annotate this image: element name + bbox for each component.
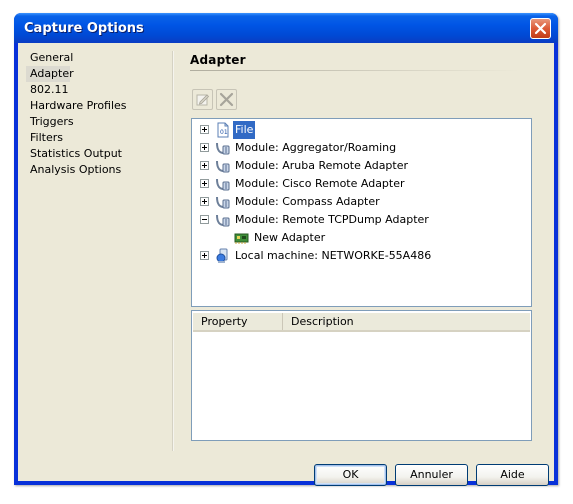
tree-item-label: Module: Compass Adapter — [235, 195, 380, 208]
tree-item-module[interactable]: Module: Compass Adapter — [192, 193, 532, 211]
nav-item-802-11[interactable]: 802.11 — [26, 82, 166, 98]
delete-button[interactable] — [216, 89, 237, 110]
module-icon — [216, 178, 230, 191]
properties-list[interactable]: Property Description — [191, 310, 532, 441]
tree-item-label: Module: Cisco Remote Adapter — [235, 177, 405, 190]
tree-item-file[interactable]: 01 File — [192, 121, 532, 139]
edit-button[interactable] — [192, 89, 213, 110]
ok-button[interactable]: OK — [314, 464, 387, 486]
properties-header: Property Description — [193, 313, 530, 332]
module-icon — [216, 142, 230, 155]
cancel-button[interactable]: Annuler — [395, 464, 468, 486]
tree-item-module[interactable]: Module: Cisco Remote Adapter — [192, 175, 532, 193]
tree-item-module[interactable]: Module: Aggregator/Roaming — [192, 139, 532, 157]
expand-toggle[interactable] — [200, 161, 209, 170]
capture-options-window: Capture Options General Adapter 802.11 H… — [14, 13, 558, 486]
tree-item-label: Module: Aruba Remote Adapter — [235, 159, 409, 172]
nav-item-filters[interactable]: Filters — [26, 130, 166, 146]
module-icon — [216, 214, 230, 227]
tree-item-module[interactable]: Module: Remote TCPDump Adapter — [192, 211, 532, 229]
module-icon — [216, 196, 230, 209]
section-title: Adapter — [190, 53, 246, 67]
edit-icon — [196, 94, 210, 106]
file-icon: 01 — [217, 122, 229, 138]
tree-item-module[interactable]: Module: Aruba Remote Adapter — [192, 157, 532, 175]
column-header-description[interactable]: Description — [283, 313, 530, 330]
module-icon — [216, 160, 230, 173]
nav-item-general[interactable]: General — [26, 50, 166, 66]
network-card-icon — [234, 233, 249, 244]
tree-item-local-machine[interactable]: Local machine: NETWORKE-55A486 — [192, 247, 532, 265]
nav-item-hardware-profiles[interactable]: Hardware Profiles — [26, 98, 166, 114]
expand-toggle[interactable] — [200, 125, 209, 134]
close-button[interactable] — [530, 18, 551, 39]
close-icon — [534, 22, 547, 35]
dialog-body: General Adapter 802.11 Hardware Profiles… — [18, 43, 554, 486]
expand-toggle[interactable] — [200, 251, 209, 260]
window-title: Capture Options — [24, 21, 144, 36]
expand-toggle[interactable] — [200, 143, 209, 152]
title-bar[interactable]: Capture Options — [14, 13, 558, 43]
tree-item-label: File — [233, 121, 256, 139]
tree-item-label: Local machine: NETWORKE-55A486 — [235, 249, 432, 262]
column-header-property[interactable]: Property — [193, 313, 283, 330]
nav-item-statistics-output[interactable]: Statistics Output — [26, 146, 166, 162]
nav-item-adapter[interactable]: Adapter — [26, 66, 74, 82]
nav-item-analysis-options[interactable]: Analysis Options — [26, 162, 166, 178]
expand-toggle[interactable] — [200, 197, 209, 206]
nav-item-triggers[interactable]: Triggers — [26, 114, 166, 130]
tree-item-label: New Adapter — [254, 231, 326, 244]
tree-item-label: Module: Aggregator/Roaming — [235, 141, 397, 154]
expand-toggle[interactable] — [200, 179, 209, 188]
section-divider — [190, 70, 520, 71]
tree-item-new-adapter[interactable]: New Adapter — [192, 229, 532, 247]
nav-divider — [172, 51, 174, 451]
local-machine-icon — [216, 248, 228, 263]
options-nav: General Adapter 802.11 Hardware Profiles… — [26, 50, 166, 178]
adapter-tree[interactable]: 01 File Module: Aggregator/Roaming Modul… — [191, 118, 532, 307]
svg-text:01: 01 — [220, 129, 228, 136]
collapse-toggle[interactable] — [200, 215, 209, 224]
tree-item-label: Module: Remote TCPDump Adapter — [235, 213, 429, 226]
delete-icon — [219, 92, 234, 107]
help-button[interactable]: Aide — [476, 464, 549, 486]
